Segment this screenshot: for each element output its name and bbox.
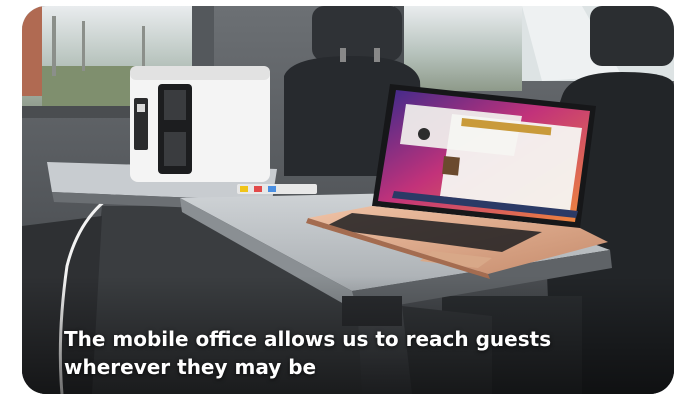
photo-caption: The mobile office allows us to reach gue… — [64, 325, 624, 381]
caption-line-1: The mobile office allows us to reach gue… — [64, 327, 552, 351]
caption-line-2: wherever they may be — [64, 355, 317, 379]
card-printer — [130, 66, 270, 182]
photo-card: The mobile office allows us to reach gue… — [22, 6, 674, 394]
